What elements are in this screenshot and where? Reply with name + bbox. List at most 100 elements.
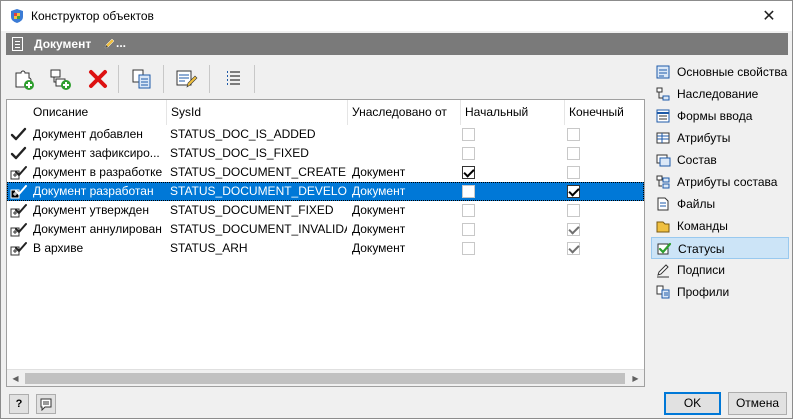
scroll-left-icon[interactable]: ◀ xyxy=(7,370,24,386)
sidebar-item-label: Атрибуты xyxy=(677,131,731,145)
cell-description: Документ в разработке xyxy=(33,165,163,179)
cell-description: Документ добавлен xyxy=(33,127,143,141)
cancel-button[interactable]: Отмена xyxy=(728,392,787,415)
ok-button[interactable]: OK xyxy=(664,392,721,415)
checkbox-final[interactable] xyxy=(567,223,580,236)
sidebar-item-profiles[interactable]: Профили xyxy=(651,281,789,303)
comment-button[interactable] xyxy=(36,394,56,414)
cell-sysid: STATUS_DOCUMENT_CREATED xyxy=(170,165,347,179)
sidebar-item-attributes[interactable]: Атрибуты xyxy=(651,127,789,149)
column-header-sysid[interactable]: SysId xyxy=(167,100,348,125)
table-row[interactable]: Документ утвержден STATUS_DOCUMENT_FIXED Д… xyxy=(7,201,644,220)
cell-sysid: STATUS_DOCUMENT_DEVELOPED xyxy=(170,184,347,198)
sidebar-item-label: Файлы xyxy=(677,197,716,211)
checkbox-final[interactable] xyxy=(567,185,580,198)
list-button[interactable] xyxy=(220,65,248,93)
sidebar-item-form[interactable]: Формы ввода xyxy=(651,105,789,127)
add-child-button[interactable] xyxy=(46,65,74,93)
sidebar-item-label: Состав xyxy=(677,153,717,167)
signatures-icon xyxy=(655,262,671,278)
sidebar-item-label: Атрибуты состава xyxy=(677,175,778,189)
checkbox-final[interactable] xyxy=(567,204,580,217)
sidebar-item-properties[interactable]: Основные свойства xyxy=(651,61,789,83)
cell-description: В архиве xyxy=(33,241,84,255)
table-row[interactable]: Документ в разработке STATUS_DOCUMENT_CRE… xyxy=(7,163,644,182)
cell-inherited: Документ xyxy=(352,165,406,179)
form-icon xyxy=(655,108,671,124)
add-status-button[interactable] xyxy=(10,65,38,93)
sidebar-item-statuses[interactable]: Статусы xyxy=(651,237,789,259)
sidebar-item-composition[interactable]: Состав xyxy=(651,149,789,171)
cell-sysid: STATUS_DOCUMENT_INVALIDA... xyxy=(170,222,347,236)
checkbox-initial[interactable] xyxy=(462,166,475,179)
checkbox-initial[interactable] xyxy=(462,242,475,255)
commands-icon xyxy=(655,218,671,234)
column-header-final[interactable]: Конечный xyxy=(565,100,644,125)
inherited-check-icon xyxy=(10,184,27,199)
object-constructor-window: Конструктор объектов ✕ Документ ... Опис… xyxy=(0,0,793,419)
profiles-icon xyxy=(655,284,671,300)
check-mark-icon xyxy=(10,146,27,161)
composition-attributes-icon xyxy=(655,174,671,190)
sidebar-item-label: Формы ввода xyxy=(677,109,753,123)
delete-button[interactable] xyxy=(84,65,112,93)
sidebar-item-commands[interactable]: Команды xyxy=(651,215,789,237)
pencil-icon xyxy=(104,38,115,49)
checkbox-final[interactable] xyxy=(567,242,580,255)
list-icon xyxy=(227,71,240,85)
edit-button[interactable] xyxy=(172,65,200,93)
cell-inherited: Документ xyxy=(352,203,406,217)
statuses-grid: Описание SysId Унаследовано от Начальный… xyxy=(6,99,645,387)
checkbox-final[interactable] xyxy=(567,128,580,141)
cell-inherited: Документ xyxy=(352,241,406,255)
document-icon xyxy=(12,37,23,51)
table-row[interactable]: Документ добавлен STATUS_DOC_IS_ADDED xyxy=(7,125,644,144)
inherited-check-icon xyxy=(10,165,27,180)
checkbox-initial[interactable] xyxy=(462,128,475,141)
shield-cube-icon xyxy=(11,9,23,23)
files-icon xyxy=(655,196,671,212)
table-row[interactable]: Документ разработан STATUS_DOCUMENT_DEVEL… xyxy=(7,182,644,201)
checkbox-initial[interactable] xyxy=(462,147,475,160)
copy-button[interactable] xyxy=(128,65,156,93)
sidebar-item-label: Основные свойства xyxy=(677,65,788,79)
sections-sidebar: Основные свойства Наследование Формы ввода… xyxy=(649,61,791,311)
object-title: Документ xyxy=(34,37,92,51)
add-tree-icon xyxy=(50,69,71,90)
checkbox-initial[interactable] xyxy=(462,185,475,198)
column-header-initial[interactable]: Начальный xyxy=(461,100,565,125)
sidebar-item-composition-attributes[interactable]: Атрибуты состава xyxy=(651,171,789,193)
sidebar-item-label: Команды xyxy=(677,219,728,233)
cell-sysid: STATUS_DOCUMENT_FIXED xyxy=(170,203,334,217)
column-header-description[interactable]: Описание xyxy=(29,100,167,125)
sidebar-item-label: Подписи xyxy=(677,263,725,277)
add-puzzle-icon xyxy=(15,70,34,90)
cell-sysid: STATUS_DOC_IS_ADDED xyxy=(170,127,316,141)
close-button[interactable]: ✕ xyxy=(746,1,792,31)
checkbox-initial[interactable] xyxy=(462,204,475,217)
scrollbar-thumb[interactable] xyxy=(25,373,625,384)
delete-x-icon xyxy=(89,70,107,88)
sidebar-item-inheritance[interactable]: Наследование xyxy=(651,83,789,105)
table-row[interactable]: Документ аннулирован STATUS_DOCUMENT_INVA… xyxy=(7,220,644,239)
grid-header: Описание SysId Унаследовано от Начальный… xyxy=(7,100,644,125)
sidebar-item-files[interactable]: Файлы xyxy=(651,193,789,215)
checkbox-final[interactable] xyxy=(567,147,580,160)
table-row[interactable]: Документ зафиксиро... STATUS_DOC_IS_FIXED xyxy=(7,144,644,163)
help-icon: ? xyxy=(15,398,23,410)
sidebar-item-label: Статусы xyxy=(678,242,725,256)
scroll-right-icon[interactable]: ▶ xyxy=(627,370,644,386)
cell-sysid: STATUS_DOC_IS_FIXED xyxy=(170,146,309,160)
attributes-icon xyxy=(655,130,671,146)
cell-description: Документ аннулирован xyxy=(33,222,162,236)
object-header: Документ ... xyxy=(6,33,788,55)
edit-list-icon xyxy=(176,70,198,88)
sidebar-item-signatures[interactable]: Подписи xyxy=(651,259,789,281)
table-row[interactable]: В архиве STATUS_ARH Документ xyxy=(7,239,644,258)
checkbox-final[interactable] xyxy=(567,166,580,179)
sidebar-item-label: Наследование xyxy=(677,87,759,101)
horizontal-scrollbar[interactable]: ◀ ▶ xyxy=(7,369,644,386)
help-button[interactable]: ? xyxy=(9,394,29,414)
column-header-inherited[interactable]: Унаследовано от xyxy=(348,100,461,125)
checkbox-initial[interactable] xyxy=(462,223,475,236)
